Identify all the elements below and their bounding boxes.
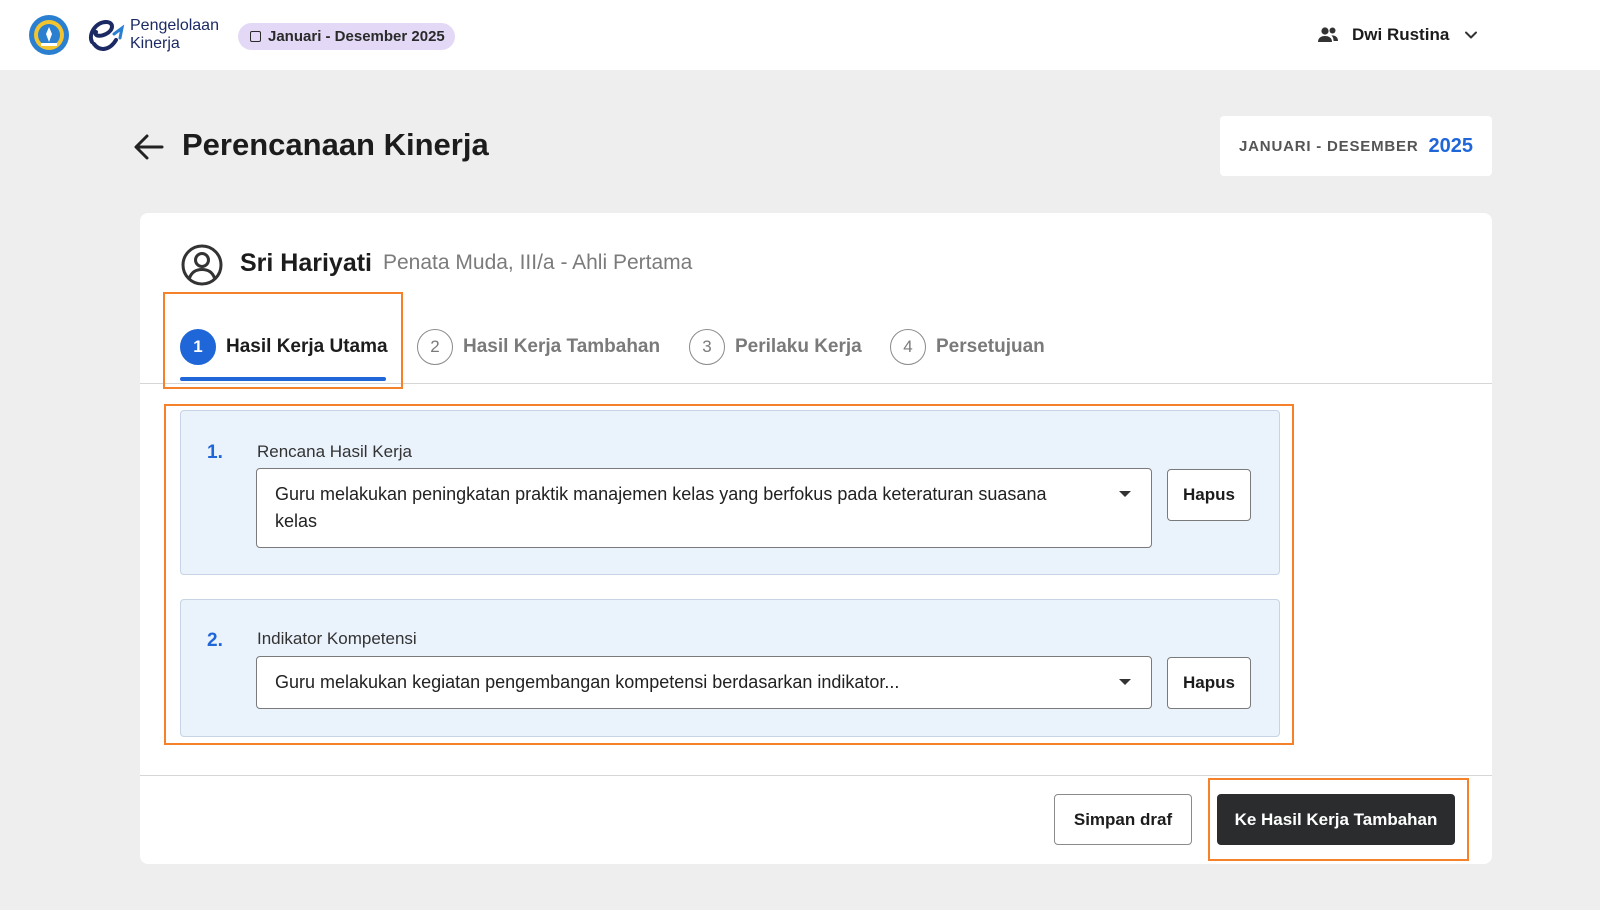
step-label: Perilaku Kerja bbox=[735, 336, 862, 357]
select-value: Guru melakukan peningkatan praktik manaj… bbox=[275, 484, 1047, 531]
rencana-hasil-kerja-select[interactable]: Guru melakukan peningkatan praktik manaj… bbox=[256, 468, 1152, 548]
employee-rank: Penata Muda, III/a - Ahli Pertama bbox=[383, 251, 693, 274]
brand-line-1: Pengelolaan bbox=[130, 17, 219, 34]
period-months: JANUARI - DESEMBER bbox=[1239, 137, 1419, 155]
top-navigation-bar: Pengelolaan Kinerja Januari - Desember 2… bbox=[0, 0, 1600, 70]
tab-perilaku-kerja[interactable]: 3 Perilaku Kerja bbox=[689, 329, 862, 365]
e-kinerja-logo-icon[interactable] bbox=[84, 14, 128, 56]
planning-card: Sri Hariyati Penata Muda, III/a - Ahli P… bbox=[140, 213, 1492, 864]
step-tabs: 1 Hasil Kerja Utama 2 Hasil Kerja Tambah… bbox=[140, 313, 1492, 384]
tab-hasil-kerja-tambahan[interactable]: 2 Hasil Kerja Tambahan bbox=[417, 329, 660, 365]
users-icon bbox=[1318, 27, 1338, 42]
app-brand-name: Pengelolaan Kinerja bbox=[130, 17, 219, 53]
page-title: Perencanaan Kinerja bbox=[182, 127, 489, 162]
step-number: 4 bbox=[890, 329, 926, 365]
kemendikbud-emblem-icon[interactable] bbox=[28, 14, 70, 56]
item-number: 2. bbox=[207, 630, 223, 651]
period-chip: Januari - Desember 2025 bbox=[238, 23, 455, 50]
period-display: JANUARI - DESEMBER 2025 bbox=[1220, 116, 1492, 176]
work-plan-item: 2. Indikator Kompetensi Guru melakukan k… bbox=[180, 599, 1280, 737]
active-tab-indicator bbox=[180, 377, 386, 381]
select-value: Guru melakukan kegiatan pengembangan kom… bbox=[275, 672, 900, 692]
step-number: 2 bbox=[417, 329, 453, 365]
item-label: Rencana Hasil Kerja bbox=[257, 442, 412, 461]
period-year: 2025 bbox=[1428, 134, 1473, 157]
calendar-square-icon bbox=[250, 31, 261, 42]
user-circle-icon bbox=[181, 244, 223, 286]
work-plan-item: 1. Rencana Hasil Kerja Guru melakukan pe… bbox=[180, 410, 1280, 575]
delete-button[interactable]: Hapus bbox=[1167, 469, 1251, 521]
caret-down-icon bbox=[1119, 679, 1131, 685]
step-label: Persetujuan bbox=[936, 336, 1045, 357]
caret-down-icon bbox=[1119, 491, 1131, 497]
item-number: 1. bbox=[207, 442, 223, 463]
period-chip-label: Januari - Desember 2025 bbox=[268, 28, 445, 45]
step-number: 1 bbox=[180, 329, 216, 365]
delete-button[interactable]: Hapus bbox=[1167, 657, 1251, 709]
arrow-left-icon[interactable] bbox=[132, 130, 166, 164]
user-menu[interactable]: Dwi Rustina bbox=[1316, 20, 1481, 50]
chevron-down-icon bbox=[1465, 31, 1478, 39]
step-label: Hasil Kerja Tambahan bbox=[463, 336, 661, 357]
user-name: Dwi Rustina bbox=[1352, 25, 1450, 44]
tab-hasil-kerja-utama[interactable]: 1 Hasil Kerja Utama bbox=[180, 329, 388, 365]
footer-divider bbox=[140, 775, 1492, 776]
step-number: 3 bbox=[689, 329, 725, 365]
next-step-button[interactable]: Ke Hasil Kerja Tambahan bbox=[1217, 794, 1455, 845]
brand-line-2: Kinerja bbox=[130, 35, 180, 52]
indikator-kompetensi-select[interactable]: Guru melakukan kegiatan pengembangan kom… bbox=[256, 656, 1152, 709]
tab-persetujuan[interactable]: 4 Persetujuan bbox=[890, 329, 1045, 365]
employee-name: Sri Hariyati bbox=[240, 249, 373, 277]
save-draft-button[interactable]: Simpan draf bbox=[1054, 794, 1192, 845]
step-label: Hasil Kerja Utama bbox=[226, 336, 388, 357]
item-label: Indikator Kompetensi bbox=[257, 629, 417, 648]
